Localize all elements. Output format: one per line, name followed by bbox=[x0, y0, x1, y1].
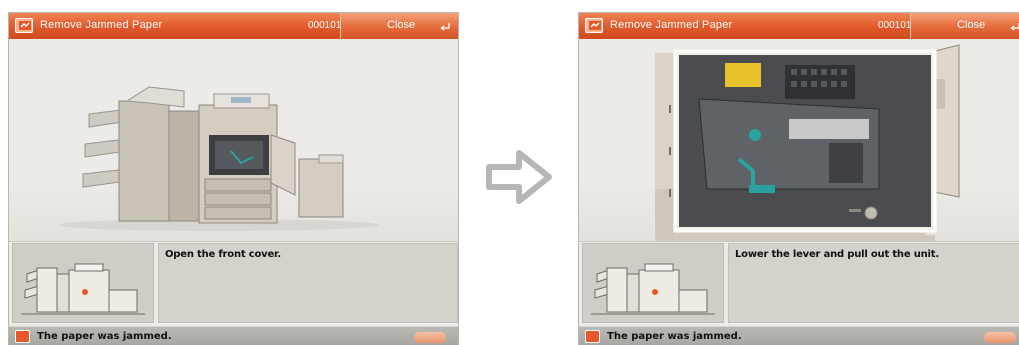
printer-illustration bbox=[9, 39, 458, 241]
screen-title: Remove Jammed Paper bbox=[40, 19, 163, 31]
section-divider bbox=[9, 241, 458, 242]
close-button[interactable]: Close bbox=[340, 13, 458, 39]
machine-thumbnail bbox=[12, 243, 154, 323]
close-button-label: Close bbox=[387, 19, 416, 31]
printer-open-cover-image bbox=[59, 86, 379, 231]
close-button-label: Close bbox=[957, 19, 986, 31]
pull-out-unit-image bbox=[655, 44, 960, 241]
arrow-right-outline-icon bbox=[483, 147, 555, 212]
jam-screen-step-1: Remove Jammed Paper 000101 Close Open th… bbox=[8, 12, 459, 345]
instruction-box: Lower the lever and pull out the unit. bbox=[728, 243, 1019, 323]
return-arrow-icon bbox=[1010, 22, 1019, 34]
status-message: The paper was jammed. bbox=[607, 331, 742, 342]
machine-thumbnail bbox=[582, 243, 724, 323]
paper-jam-status-icon bbox=[585, 330, 600, 343]
jam-screen-step-2: Remove Jammed Paper 000101 Close Lower t… bbox=[578, 12, 1019, 345]
paper-jam-status-icon bbox=[15, 330, 30, 343]
instruction-text: Lower the lever and pull out the unit. bbox=[735, 249, 939, 260]
screen-title: Remove Jammed Paper bbox=[610, 19, 733, 31]
machine-location-thumbnail bbox=[21, 263, 145, 315]
status-bar: The paper was jammed. bbox=[9, 326, 458, 345]
title-bar: Remove Jammed Paper 000101 Close bbox=[579, 13, 1019, 39]
paper-jam-icon bbox=[15, 18, 33, 33]
status-bar: The paper was jammed. bbox=[579, 326, 1019, 345]
machine-location-thumbnail bbox=[591, 263, 715, 315]
instruction-box: Open the front cover. bbox=[158, 243, 458, 323]
status-message: The paper was jammed. bbox=[37, 331, 172, 342]
error-code: 000101 bbox=[308, 20, 342, 31]
close-button[interactable]: Close bbox=[910, 13, 1019, 39]
title-bar: Remove Jammed Paper 000101 Close bbox=[9, 13, 458, 39]
return-arrow-icon bbox=[440, 22, 450, 34]
status-monitor-button[interactable] bbox=[414, 332, 446, 343]
paper-jam-icon bbox=[585, 18, 603, 33]
error-code: 000101 bbox=[878, 20, 912, 31]
printer-illustration bbox=[579, 39, 1019, 241]
status-monitor-button[interactable] bbox=[984, 332, 1016, 343]
instruction-text: Open the front cover. bbox=[165, 249, 281, 260]
section-divider bbox=[579, 241, 1019, 242]
